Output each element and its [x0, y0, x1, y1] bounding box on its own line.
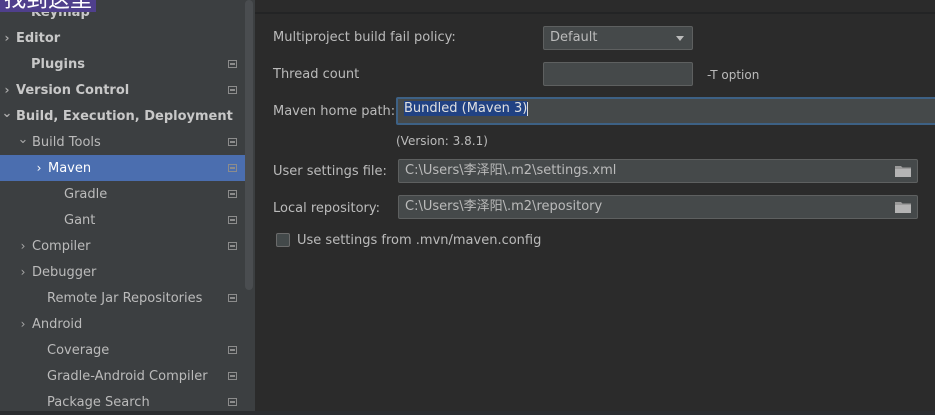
- sidebar-item-package-search[interactable]: Package Search: [0, 389, 245, 415]
- local-repo-field[interactable]: C:\Users\李泽阳\.m2\repository: [398, 195, 918, 219]
- sidebar-scrollbar[interactable]: [245, 0, 253, 290]
- project-scope-icon: [228, 216, 237, 224]
- chevron-down-icon: [676, 36, 684, 41]
- project-scope-icon: [228, 190, 237, 198]
- maven-settings-panel: Multiproject build fail policy: Default …: [255, 0, 935, 411]
- project-scope-icon: [228, 138, 237, 146]
- local-repo-value: C:\Users\李泽阳\.m2\repository: [405, 199, 603, 214]
- sidebar-item-label: Coverage: [47, 342, 110, 358]
- thread-count-label: Thread count: [273, 67, 360, 82]
- sidebar-item-label: Editor: [16, 30, 61, 46]
- sidebar-item-label: Debugger: [32, 264, 97, 280]
- chevron-right-icon[interactable]: ›: [0, 83, 14, 97]
- sidebar-item-label: Gant: [64, 212, 96, 228]
- divider: [255, 12, 935, 14]
- annotation-overlay: 找到这里: [0, 0, 97, 12]
- sidebar-item-build-execution-deployment[interactable]: ⌄ Build, Execution, Deployment: [0, 103, 245, 129]
- sidebar-item-gradle-android-compiler[interactable]: Gradle-Android Compiler: [0, 363, 245, 389]
- sidebar-item-gradle[interactable]: Gradle: [0, 181, 245, 207]
- mvn-config-checkbox[interactable]: [276, 233, 290, 247]
- project-scope-icon: [228, 164, 237, 172]
- project-scope-icon: [228, 242, 237, 250]
- t-option-hint: -T option: [707, 68, 760, 82]
- sidebar-item-label: Version Control: [16, 82, 130, 98]
- chevron-right-icon[interactable]: ›: [16, 239, 30, 253]
- sidebar-item-coverage[interactable]: Coverage: [0, 337, 245, 363]
- sidebar-item-plugins[interactable]: Plugins: [0, 51, 245, 77]
- folder-icon[interactable]: [895, 165, 911, 177]
- project-scope-icon: [228, 294, 237, 302]
- project-scope-icon: [228, 372, 237, 380]
- sidebar-item-label: Gradle: [64, 186, 108, 202]
- sidebar-item-label: Build, Execution, Deployment: [16, 108, 233, 124]
- local-repo-label: Local repository:: [273, 201, 380, 216]
- user-settings-field[interactable]: C:\Users\李泽阳\.m2\settings.xml: [398, 159, 918, 183]
- sidebar-item-label: Plugins: [31, 56, 85, 72]
- sidebar-item-label: Package Search: [47, 394, 150, 410]
- project-scope-icon: [228, 60, 237, 68]
- chevron-right-icon[interactable]: ›: [32, 161, 46, 175]
- chevron-down-icon[interactable]: ⌄: [16, 132, 30, 147]
- fail-policy-value: Default: [550, 30, 598, 45]
- maven-home-value: Bundled (Maven 3): [404, 101, 528, 116]
- sidebar-item-compiler[interactable]: › Compiler: [0, 233, 245, 259]
- fail-policy-dropdown[interactable]: Default: [543, 26, 693, 50]
- fail-policy-label: Multiproject build fail policy:: [273, 30, 456, 45]
- thread-count-input[interactable]: [543, 62, 693, 86]
- sidebar-item-label: Build Tools: [32, 134, 101, 150]
- sidebar-item-label: Maven: [48, 160, 92, 176]
- sidebar-item-gant[interactable]: Gant: [0, 207, 245, 233]
- chevron-right-icon[interactable]: ›: [16, 317, 30, 331]
- sidebar-item-debugger[interactable]: › Debugger: [0, 259, 245, 285]
- sidebar-item-remote-jar-repositories[interactable]: Remote Jar Repositories: [0, 285, 245, 311]
- sidebar-item-editor[interactable]: › Editor: [0, 25, 245, 51]
- sidebar-item-version-control[interactable]: › Version Control: [0, 77, 245, 103]
- chevron-right-icon[interactable]: ›: [0, 31, 14, 45]
- project-scope-icon: [228, 398, 237, 406]
- user-settings-value: C:\Users\李泽阳\.m2\settings.xml: [405, 163, 617, 178]
- sidebar-item-label: Gradle-Android Compiler: [47, 368, 208, 384]
- sidebar-item-build-tools[interactable]: ⌄ Build Tools: [0, 129, 245, 155]
- user-settings-label: User settings file:: [273, 164, 387, 179]
- text-caret: [527, 101, 529, 116]
- sidebar-item-label: Android: [32, 316, 83, 332]
- folder-icon[interactable]: [895, 201, 911, 213]
- sidebar-item-label: Remote Jar Repositories: [47, 290, 203, 306]
- sidebar-item-label: Compiler: [32, 238, 91, 254]
- maven-version-text: (Version: 3.8.1): [396, 134, 488, 148]
- maven-home-combobox[interactable]: Bundled (Maven 3): [396, 97, 935, 125]
- mvn-config-label: Use settings from .mvn/maven.config: [297, 233, 542, 248]
- project-scope-icon: [228, 86, 237, 94]
- chevron-right-icon[interactable]: ›: [16, 265, 30, 279]
- settings-tree: Keymap › Editor Plugins › Version Control ⌄ Bui…: [0, 0, 255, 411]
- chevron-down-icon[interactable]: ⌄: [0, 106, 14, 121]
- project-scope-icon: [228, 346, 237, 354]
- maven-home-label: Maven home path:: [273, 104, 396, 119]
- sidebar-item-maven[interactable]: › Maven: [0, 155, 245, 181]
- sidebar-item-android[interactable]: › Android: [0, 311, 245, 337]
